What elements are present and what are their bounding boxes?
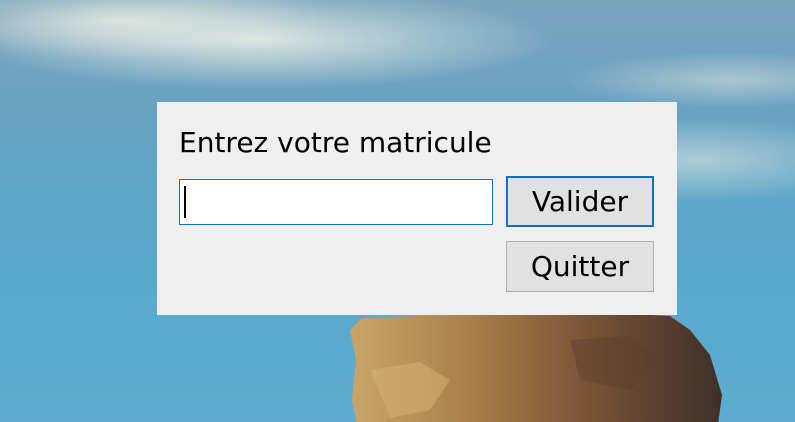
rock-formation: [350, 312, 722, 422]
matricule-input[interactable]: [179, 179, 493, 225]
matricule-prompt-label: Entrez votre matricule: [179, 126, 492, 159]
text-caret: [184, 186, 186, 218]
quit-button[interactable]: Quitter: [506, 241, 654, 292]
validate-button[interactable]: Valider: [506, 176, 654, 227]
login-dialog: Entrez votre matricule Valider Quitter: [157, 102, 677, 315]
